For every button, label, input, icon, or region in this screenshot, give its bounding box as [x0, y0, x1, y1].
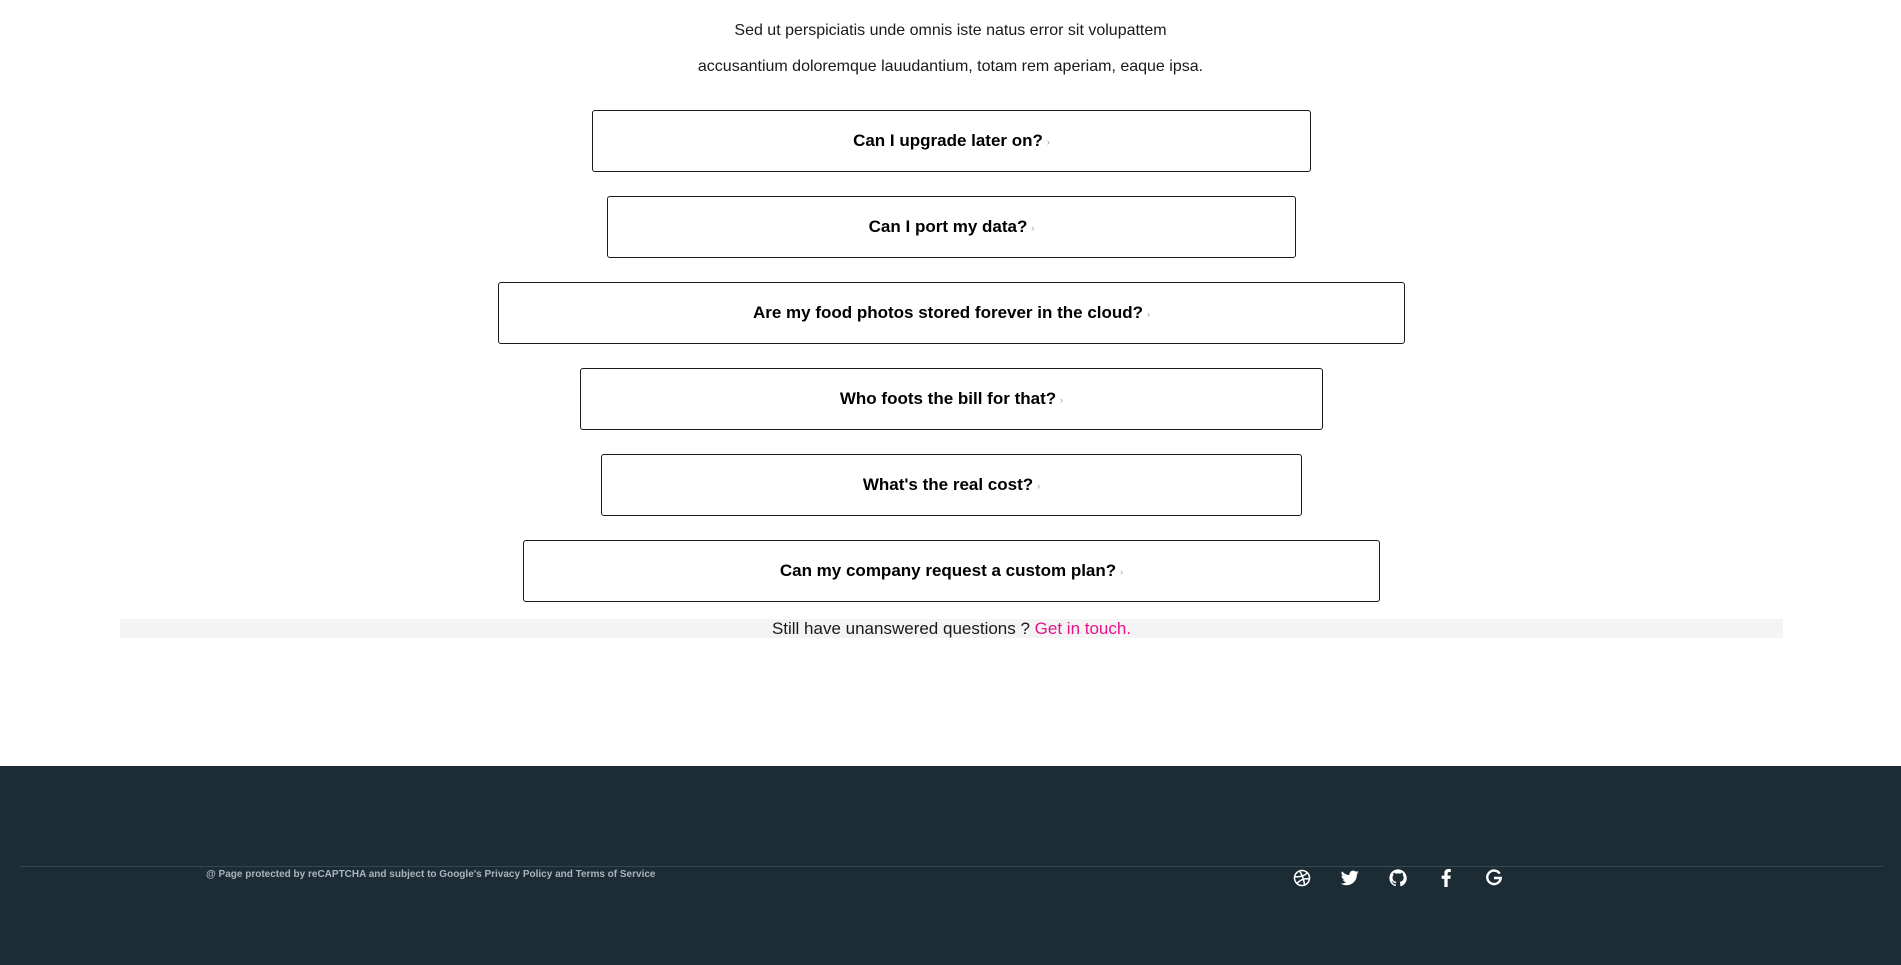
intro-line-2: accusantium doloremque lauudantium, tota…: [697, 58, 1204, 75]
intro-line-1: Sed ut perspiciatis unde omnis iste natu…: [734, 22, 1167, 39]
faq-item-real-cost[interactable]: What's the real cost? ›: [601, 454, 1302, 516]
faq-question: Can my company request a custom plan?: [779, 561, 1117, 580]
faq-question: What's the real cost?: [862, 475, 1034, 494]
faq-item-food-photos[interactable]: Are my food photos stored forever in the…: [498, 282, 1405, 344]
github-icon[interactable]: [1386, 866, 1410, 890]
chevron-right-icon: ›: [1046, 137, 1050, 147]
faq-question: Can I upgrade later on?: [853, 131, 1043, 150]
footer: @ Page protected by reCAPTCHA and subjec…: [0, 766, 1901, 965]
faq-item-bill[interactable]: Who foots the bill for that? ›: [580, 368, 1323, 430]
chevron-right-icon: ›: [1031, 223, 1035, 233]
chevron-right-icon: ›: [1147, 309, 1151, 319]
social-links: [1290, 866, 1506, 890]
chevron-right-icon: ›: [1120, 567, 1124, 577]
faq-item-upgrade[interactable]: Can I upgrade later on? ›: [592, 110, 1311, 172]
footer-divider: [20, 866, 1883, 867]
chevron-right-icon: ›: [1037, 481, 1041, 491]
dribbble-icon[interactable]: [1290, 866, 1314, 890]
chevron-right-icon: ›: [1060, 395, 1064, 405]
footer-legal-text: @ Page protected by reCAPTCHA and subjec…: [206, 869, 656, 880]
get-in-touch-link[interactable]: Get in touch.: [1035, 619, 1131, 638]
twitter-icon[interactable]: [1338, 866, 1362, 890]
contact-text: Still have unanswered questions ?: [771, 619, 1030, 638]
faq-question: Are my food photos stored forever in the…: [752, 303, 1144, 322]
faq-item-custom-plan[interactable]: Can my company request a custom plan? ›: [523, 540, 1380, 602]
facebook-icon[interactable]: [1434, 866, 1458, 890]
contact-banner: Still have unanswered questions ? Get in…: [120, 619, 1783, 638]
faq-question: Can I port my data?: [868, 217, 1028, 236]
google-icon[interactable]: [1482, 866, 1506, 890]
page: Sed ut perspiciatis unde omnis iste natu…: [0, 0, 1901, 965]
faq-item-port-data[interactable]: Can I port my data? ›: [607, 196, 1296, 258]
faq-question: Who foots the bill for that?: [839, 389, 1057, 408]
